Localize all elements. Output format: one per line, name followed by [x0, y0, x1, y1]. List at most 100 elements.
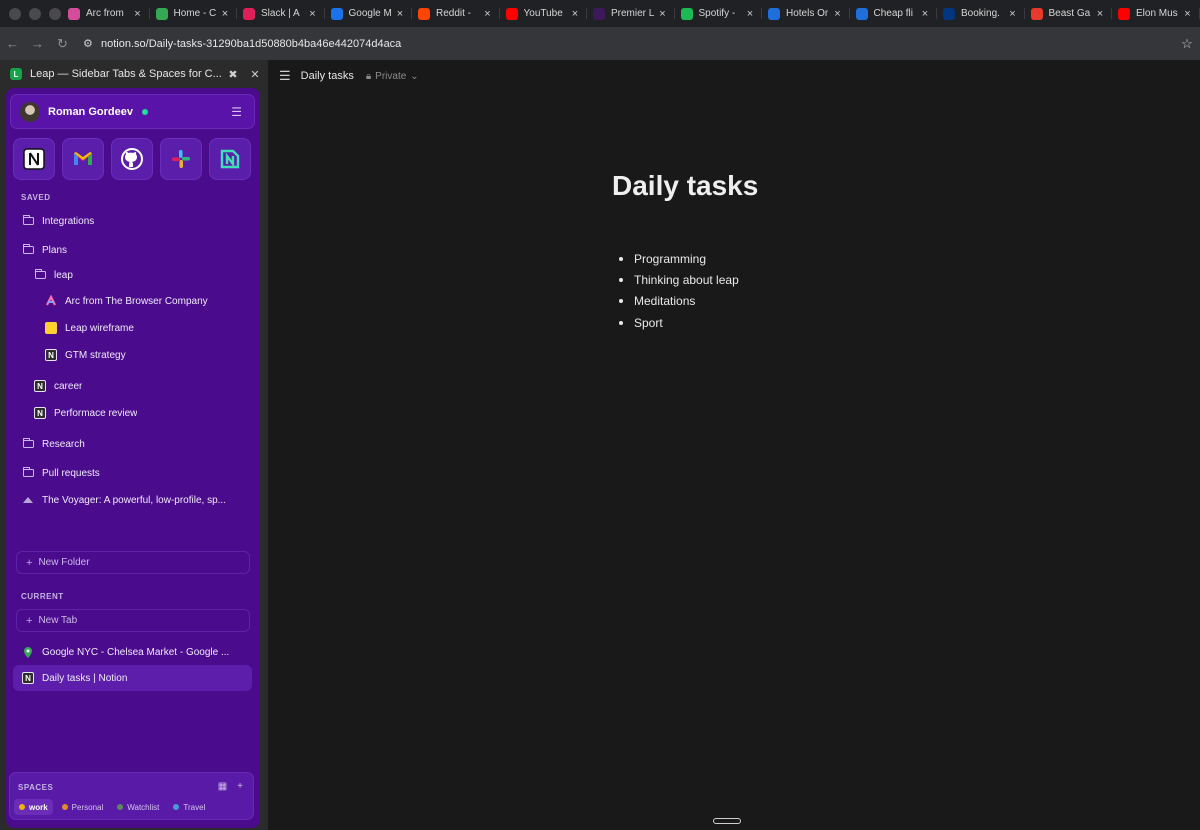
saved-item-voyager[interactable]: The Voyager: A powerful, low-profile, sp… — [22, 489, 242, 511]
browser-tab[interactable]: Spotify - × — [675, 0, 763, 27]
gmail-app-button[interactable] — [62, 138, 104, 180]
bullet-list: Programming Thinking about leap Meditati… — [618, 248, 739, 333]
saved-item-plans[interactable]: Plans — [22, 239, 67, 261]
linear-app-button[interactable] — [209, 138, 251, 180]
current-tab-label: Google NYC - Chelsea Market - Google ... — [42, 646, 230, 658]
profile-card[interactable]: Roman Gordeev ☰ — [10, 94, 255, 129]
list-item[interactable]: Programming — [618, 248, 739, 269]
close-tab-icon[interactable]: × — [919, 8, 931, 20]
close-tab-icon[interactable]: × — [657, 8, 669, 20]
saved-item-label: Integrations — [42, 215, 95, 227]
saved-item-label: Performace review — [54, 407, 138, 419]
folder-icon — [22, 215, 34, 227]
slack-icon — [243, 7, 255, 20]
browser-tab-label: Premier L — [611, 8, 655, 19]
saved-item-pull-requests[interactable]: Pull requests — [22, 462, 100, 484]
grid-icon[interactable]: ▦ — [218, 781, 227, 792]
slack-app-button[interactable] — [160, 138, 202, 180]
back-icon[interactable]: ← — [0, 36, 25, 51]
list-item[interactable]: Sport — [618, 312, 739, 333]
saved-item-research[interactable]: Research — [22, 433, 85, 455]
browser-tab[interactable]: Home - C × — [150, 0, 238, 27]
close-tab-icon[interactable]: × — [832, 8, 844, 20]
saved-item-label: GTM strategy — [65, 349, 126, 361]
breadcrumb[interactable]: Daily tasks — [301, 70, 354, 82]
close-tab-icon[interactable]: × — [1182, 8, 1194, 20]
privacy-label: Private — [375, 70, 407, 82]
space-travel[interactable]: Travel — [168, 799, 210, 815]
new-folder-button[interactable]: + New Folder — [16, 551, 250, 574]
list-item[interactable]: Thinking about leap — [618, 269, 739, 290]
current-tab-daily-tasks[interactable]: N Daily tasks | Notion — [22, 667, 127, 689]
saved-item-label: Pull requests — [42, 467, 100, 479]
close-window-button[interactable] — [9, 7, 21, 20]
close-tab-icon[interactable]: × — [482, 8, 494, 20]
add-space-icon[interactable]: + — [237, 781, 243, 792]
saved-item-arc[interactable]: Arc from The Browser Company — [45, 290, 208, 312]
saved-item-integrations[interactable]: Integrations — [22, 210, 94, 232]
site-info-icon[interactable]: ⚙ — [83, 37, 97, 50]
spaces-panel: SPACES ▦ + work Personal Watchlist Trave… — [9, 772, 254, 820]
saved-item-gtm-strategy[interactable]: N GTM strategy — [45, 344, 126, 366]
space-watchlist[interactable]: Watchlist — [112, 799, 164, 815]
scroll-handle[interactable] — [713, 818, 741, 824]
new-tab-button[interactable]: + New Tab — [16, 609, 250, 632]
space-work[interactable]: work — [14, 799, 53, 815]
current-tab-google-maps[interactable]: Google NYC - Chelsea Market - Google ... — [22, 641, 242, 663]
saved-item-leap[interactable]: leap — [34, 264, 73, 286]
new-folder-label: New Folder — [38, 557, 90, 568]
browser-tab[interactable]: Google M × — [325, 0, 413, 27]
youtube-icon — [505, 7, 518, 20]
space-list: work Personal Watchlist Travel — [14, 799, 210, 815]
list-item[interactable]: Meditations — [618, 291, 739, 312]
browser-tab-label: Google M — [348, 8, 392, 19]
extension-title: Leap — Sidebar Tabs & Spaces for C... — [30, 68, 222, 80]
close-tab-icon[interactable]: × — [394, 8, 406, 20]
browser-tab[interactable]: Premier L × — [587, 0, 675, 27]
github-app-button[interactable] — [111, 138, 153, 180]
google-maps-icon — [22, 646, 34, 658]
notion-icon: N — [34, 407, 46, 419]
privacy-dropdown[interactable]: 🔒︎ Private ⌄ — [366, 71, 419, 82]
browser-tab[interactable]: YouTube × — [500, 0, 588, 27]
close-tab-icon[interactable]: × — [569, 8, 581, 20]
browser-tab-label: Reddit - — [436, 8, 472, 19]
address-bar: ← → ↻ ⚙ notion.so/Daily-tasks-31290ba1d5… — [0, 27, 1200, 60]
saved-item-career[interactable]: N career — [34, 375, 82, 397]
space-label: Watchlist — [127, 802, 160, 812]
browser-tab[interactable]: Cheap fli × — [850, 0, 938, 27]
browser-tab[interactable]: Elon Mus × — [1112, 0, 1200, 27]
filter-settings-icon[interactable]: ☰ — [231, 105, 242, 119]
close-tab-icon[interactable]: × — [219, 8, 231, 20]
close-tab-icon[interactable]: × — [1094, 8, 1106, 20]
browser-tab-label: Hotels Or — [786, 8, 829, 19]
close-tab-icon[interactable]: × — [132, 8, 144, 20]
browser-tab[interactable]: Arc from × — [62, 0, 150, 27]
notion-icon: N — [22, 672, 34, 684]
close-tab-icon[interactable]: × — [307, 8, 319, 20]
browser-tab[interactable]: Beast Ga × — [1025, 0, 1113, 27]
browser-tab[interactable]: Booking. × — [937, 0, 1025, 27]
bookmark-star-icon[interactable]: ☆ — [1174, 36, 1200, 52]
maximize-window-button[interactable] — [49, 7, 61, 20]
saved-item-performace-review[interactable]: N Performace review — [34, 402, 137, 424]
chevron-down-icon: ⌄ — [410, 70, 419, 82]
notion-app-button[interactable] — [13, 138, 55, 180]
space-label: Personal — [71, 802, 104, 812]
saved-item-leap-wireframe[interactable]: Leap wireframe — [45, 317, 134, 339]
minimize-window-button[interactable] — [29, 7, 41, 20]
browser-tab[interactable]: Hotels Or × — [762, 0, 850, 27]
forward-icon[interactable]: → — [25, 36, 50, 51]
browser-tab[interactable]: Reddit - × — [412, 0, 500, 27]
close-tab-icon[interactable]: × — [1007, 8, 1019, 20]
page-title[interactable]: Daily tasks — [612, 170, 758, 202]
close-panel-icon[interactable]: ✕ — [244, 68, 266, 81]
space-personal[interactable]: Personal — [57, 799, 109, 815]
url-field[interactable]: notion.so/Daily-tasks-31290ba1d50880b4ba… — [101, 38, 1174, 50]
hamburger-menu-icon[interactable]: ☰ — [279, 68, 291, 84]
reload-icon[interactable]: ↻ — [50, 36, 75, 52]
browser-tab[interactable]: Slack | A × — [237, 0, 325, 27]
saved-item-label: Plans — [42, 244, 68, 256]
unpin-icon[interactable]: ✖︎ — [222, 68, 244, 81]
close-tab-icon[interactable]: × — [744, 8, 756, 20]
